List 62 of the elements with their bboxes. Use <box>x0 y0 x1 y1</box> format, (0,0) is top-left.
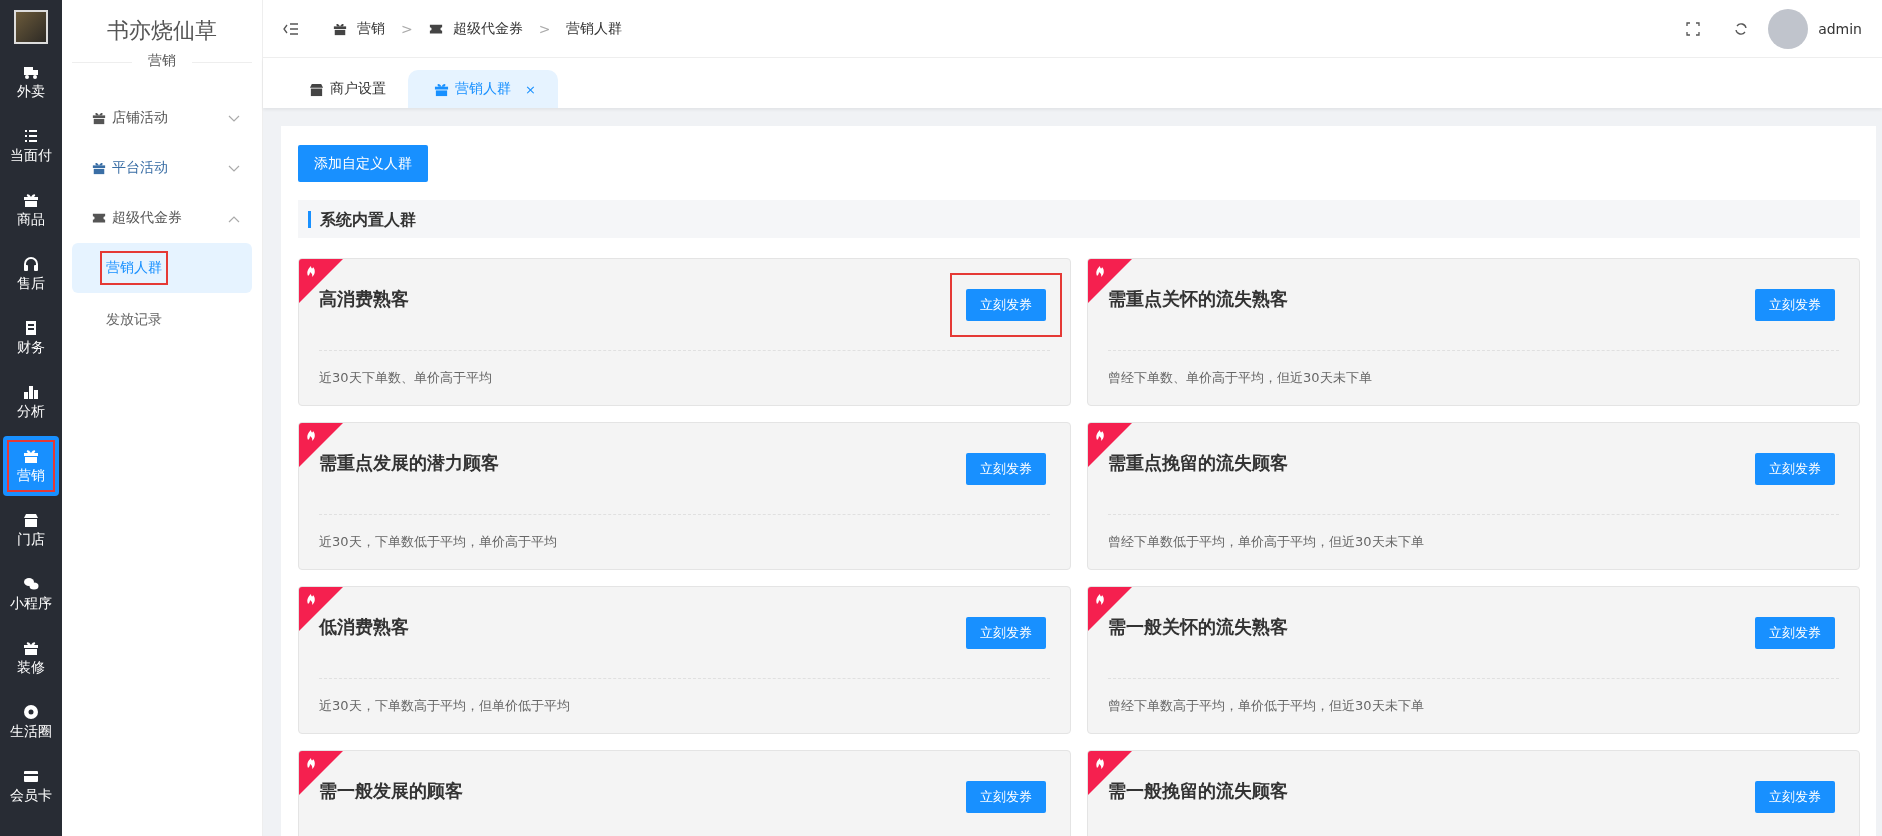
refresh-icon[interactable] <box>1734 21 1749 36</box>
nav-item[interactable]: 售后 <box>3 244 59 304</box>
gift-icon <box>434 81 449 97</box>
card-description: 曾经下单数低于平均，单价高于平均，但近30天未下单 <box>1108 533 1425 551</box>
menu-item[interactable]: 发放记录 <box>72 295 252 345</box>
nav-item[interactable]: 门店 <box>3 500 59 560</box>
document-icon <box>23 319 39 336</box>
store-icon <box>309 81 324 97</box>
gift-icon <box>23 639 39 656</box>
chevron-down-icon <box>228 165 240 173</box>
ball-icon <box>23 703 39 720</box>
store-icon <box>23 511 39 528</box>
breadcrumb-item[interactable]: 营销人群 <box>566 19 623 38</box>
card-description: 近30天，下单数低于平均，单价高于平均 <box>319 533 558 551</box>
card-title: 需重点关怀的流失熟客 <box>1108 287 1288 311</box>
nav-item[interactable]: 外卖 <box>3 52 59 112</box>
menu-group[interactable]: 店铺活动 <box>112 109 222 127</box>
nav-item[interactable]: 会员卡 <box>3 756 59 816</box>
nav-item[interactable]: 分析 <box>3 372 59 432</box>
fullscreen-icon[interactable] <box>1686 21 1701 36</box>
card-title: 低消费熟客 <box>319 615 409 639</box>
page-tab[interactable]: 商户设置 <box>283 70 408 108</box>
card-description: 近30天，下单数高于平均，但单价低于平均 <box>319 697 571 715</box>
breadcrumb-item[interactable]: 超级代金券 <box>452 19 523 38</box>
nav-item[interactable]: 生活圈 <box>3 692 59 752</box>
card-title: 需重点发展的潜力顾客 <box>319 451 499 475</box>
section-title: 系统内置人群 <box>308 210 416 228</box>
nav-item[interactable]: 商品 <box>3 180 59 240</box>
logo-image <box>14 10 48 44</box>
menu-icon[interactable] <box>283 21 299 36</box>
nav-item[interactable]: 财务 <box>3 308 59 368</box>
menu-group[interactable]: 平台活动 <box>112 159 222 177</box>
card-title: 需重点挽留的流失顾客 <box>1108 451 1288 475</box>
breadcrumb-item[interactable]: 营销 <box>357 19 385 38</box>
card-description: 曾经下单数高于平均，单价低于平均，但近30天未下单 <box>1108 697 1425 715</box>
nav-item[interactable]: 当面付 <box>3 116 59 176</box>
card-title: 需一般发展的顾客 <box>319 779 463 803</box>
section-label: 营销 <box>132 52 192 70</box>
gift-icon <box>23 191 39 208</box>
list-icon <box>23 127 39 144</box>
card-title: 需一般挽留的流失顾客 <box>1108 779 1288 803</box>
chevron-up-icon <box>228 215 240 223</box>
bar-chart-icon <box>23 383 39 400</box>
gift-icon <box>92 161 106 175</box>
nav-item[interactable]: 装修 <box>3 628 59 688</box>
card-description: 曾经下单数、单价高于平均，但近30天未下单 <box>1108 369 1373 387</box>
gift-icon <box>92 111 106 125</box>
breadcrumb-separator: > <box>401 20 413 37</box>
headset-icon <box>23 255 39 272</box>
chat-icon <box>23 575 39 592</box>
breadcrumb-separator: > <box>538 20 551 37</box>
chevron-down-icon <box>228 115 240 123</box>
gift-icon <box>23 447 39 464</box>
gift-icon <box>333 21 347 36</box>
card-description: 近30天下单数、单价高于平均 <box>319 369 493 387</box>
card-title: 需一般关怀的流失熟客 <box>1108 615 1288 639</box>
store-name: 书亦烧仙草 <box>106 17 218 45</box>
menu-group[interactable]: 超级代金券 <box>112 209 222 227</box>
nav-item[interactable]: 小程序 <box>3 564 59 624</box>
ticket-icon <box>92 211 106 225</box>
card-title: 高消费熟客 <box>319 287 409 311</box>
user-name[interactable]: admin <box>1818 20 1862 37</box>
